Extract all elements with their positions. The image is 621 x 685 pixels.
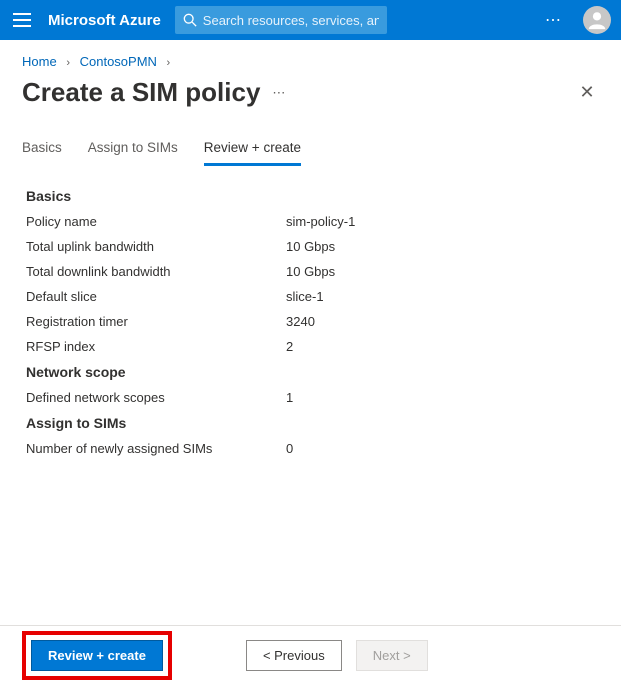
page-more-icon[interactable]: ⋯ [272,85,287,101]
search-icon [183,13,197,27]
label-rfsp-index: RFSP index [26,339,286,354]
label-default-slice: Default slice [26,289,286,304]
highlight-box: Review + create [22,631,172,680]
breadcrumb-parent[interactable]: ContosoPMN [80,54,157,69]
review-create-button[interactable]: Review + create [31,640,163,671]
row-registration-timer: Registration timer 3240 [26,314,595,329]
label-defined-scopes: Defined network scopes [26,390,286,405]
label-registration-timer: Registration timer [26,314,286,329]
search-input[interactable] [203,13,379,28]
section-heading-network-scope: Network scope [26,364,595,380]
row-policy-name: Policy name sim-policy-1 [26,214,595,229]
tab-bar: Basics Assign to SIMs Review + create [0,126,621,166]
value-rfsp-index: 2 [286,339,293,354]
value-uplink: 10 Gbps [286,239,335,254]
menu-icon[interactable] [6,0,38,40]
row-default-slice: Default slice slice-1 [26,289,595,304]
footer-bar: Review + create < Previous Next > [0,625,621,685]
chevron-right-icon: › [66,57,70,69]
row-downlink: Total downlink bandwidth 10 Gbps [26,264,595,279]
row-newly-assigned: Number of newly assigned SIMs 0 [26,441,595,456]
close-icon[interactable]: ✕ [575,82,599,103]
review-content: Basics Policy name sim-policy-1 Total up… [0,166,621,456]
breadcrumb-home[interactable]: Home [22,54,57,69]
breadcrumb: Home › ContosoPMN › [0,40,621,75]
tab-assign-to-sims[interactable]: Assign to SIMs [88,140,178,166]
value-downlink: 10 Gbps [286,264,335,279]
row-rfsp-index: RFSP index 2 [26,339,595,354]
title-row: Create a SIM policy ⋯ ✕ [0,75,621,126]
tab-basics[interactable]: Basics [22,140,62,166]
row-uplink: Total uplink bandwidth 10 Gbps [26,239,595,254]
search-box[interactable] [175,6,387,34]
previous-button[interactable]: < Previous [246,640,342,671]
value-policy-name: sim-policy-1 [286,214,355,229]
row-defined-scopes: Defined network scopes 1 [26,390,595,405]
label-uplink: Total uplink bandwidth [26,239,286,254]
section-heading-basics: Basics [26,188,595,204]
top-bar: Microsoft Azure ⋯ [0,0,621,40]
user-avatar[interactable] [583,6,611,34]
label-newly-assigned: Number of newly assigned SIMs [26,441,286,456]
next-button: Next > [356,640,428,671]
tab-review-create[interactable]: Review + create [204,140,301,166]
page-title: Create a SIM policy [22,77,260,108]
brand-label: Microsoft Azure [48,12,161,29]
value-defined-scopes: 1 [286,390,293,405]
value-default-slice: slice-1 [286,289,324,304]
section-heading-assign: Assign to SIMs [26,415,595,431]
chevron-right-icon: › [167,57,171,69]
more-menu-icon[interactable]: ⋯ [539,10,569,30]
value-newly-assigned: 0 [286,441,293,456]
label-policy-name: Policy name [26,214,286,229]
value-registration-timer: 3240 [286,314,315,329]
label-downlink: Total downlink bandwidth [26,264,286,279]
